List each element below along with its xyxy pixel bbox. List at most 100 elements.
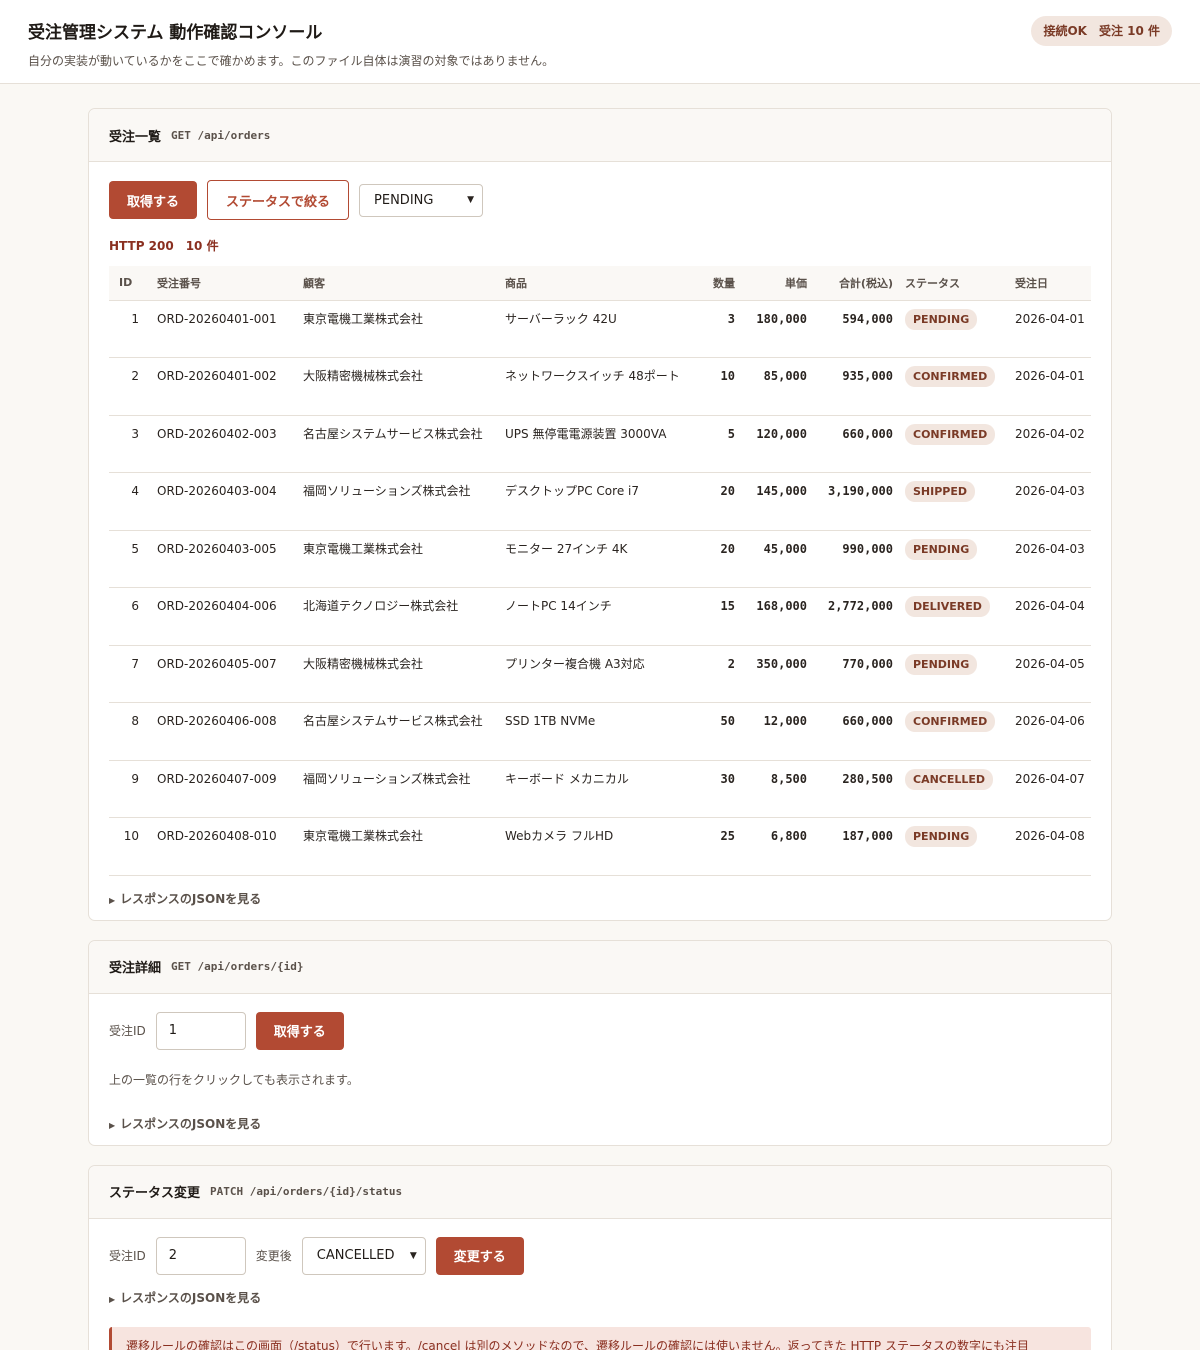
status-id-label: 受注ID: [109, 1249, 146, 1263]
col-id-cell: 7: [109, 645, 151, 703]
col-date-cell: 2026-04-06: [1009, 702, 1091, 761]
col-product-cell: ノートPC 14インチ: [499, 587, 697, 646]
status-change-header: ステータス変更 PATCH /api/orders/{id}/status: [89, 1165, 1111, 1219]
status-badge: DELIVERED: [905, 596, 990, 617]
orders-table: ID 受注番号 顧客 商品 数量 単価 合計(税込) ステータス 受注日 1 ORD-202604…: [109, 266, 1091, 876]
col-qty-cell: 25: [697, 817, 741, 876]
order-list-title: 受注一覧: [109, 129, 162, 145]
table-row[interactable]: 3 ORD-20260402-003 名古屋システムサービス株式会社 UPS 無停電電…: [109, 415, 1091, 473]
order-detail-endpoint: GET /api/orders/{id}: [171, 960, 304, 973]
col-qty-cell: 10: [697, 357, 741, 416]
col-qty-cell: 5: [697, 415, 741, 473]
col-order-no-cell: ORD-20260401-002: [151, 357, 297, 416]
col-status-cell: CONFIRMED: [899, 702, 1009, 761]
col-status-cell: DELIVERED: [899, 587, 1009, 646]
status-badge: CONFIRMED: [905, 711, 996, 732]
table-row[interactable]: 6 ORD-20260404-006 北海道テクノロジー株式会社 ノートPC 14イン…: [109, 587, 1091, 646]
col-unit-price-cell: 8,500: [741, 760, 813, 818]
fetch-orders-button[interactable]: 取得する: [109, 181, 198, 219]
col-unit-price-cell: 120,000: [741, 415, 813, 473]
col-qty-cell: 2: [697, 645, 741, 703]
col-order-no-cell: ORD-20260403-004: [151, 472, 297, 531]
col-product-cell: プリンター複合機 A3対応: [499, 645, 697, 703]
json-toggle-label: レスポンスのJSONを見る: [120, 891, 262, 906]
status-change-endpoint: PATCH /api/orders/{id}/status: [210, 1185, 403, 1198]
filter-by-status-button[interactable]: ステータスで絞る: [207, 180, 350, 220]
col-product-cell: UPS 無停電電源装置 3000VA: [499, 415, 697, 473]
status-after-select[interactable]: CANCELLED ▼: [301, 1236, 426, 1275]
main-content: 受注一覧 GET /api/orders 取得する ステータスで絞る PENDI…: [88, 84, 1112, 1350]
status-badge: CONFIRMED: [905, 423, 996, 445]
status-badge: PENDING: [905, 308, 978, 330]
col-date-header: 受注日: [1009, 266, 1091, 301]
table-row[interactable]: 7 ORD-20260405-007 大阪精密機械株式会社 プリンター複合機 A3対応…: [109, 645, 1091, 703]
col-product-cell: サーバーラック 42U: [499, 300, 697, 358]
col-qty-cell: 20: [697, 472, 741, 531]
col-total-cell: 2,772,000: [813, 587, 899, 646]
col-qty-cell: 3: [697, 300, 741, 358]
status-after-value: CANCELLED: [316, 1248, 395, 1263]
col-customer-cell: 福岡ソリューションズ株式会社: [297, 472, 499, 531]
col-id-cell: 5: [109, 530, 151, 588]
col-id-cell: 4: [109, 472, 151, 531]
fetch-detail-button[interactable]: 取得する: [255, 1011, 344, 1050]
col-order-no-cell: ORD-20260408-010: [151, 817, 297, 876]
app-header: 受注管理システム 動作確認コンソール 自分の実装が動いているかをここで確かめます…: [0, 0, 1200, 84]
col-date-cell: 2026-04-05: [1009, 645, 1091, 703]
page-subtitle: 自分の実装が動いているかをここで確かめます。このファイル自体は演習の対象ではあり…: [28, 54, 555, 68]
table-row[interactable]: 5 ORD-20260403-005 東京電機工業株式会社 モニター 27インチ 4K…: [109, 530, 1091, 588]
col-id-cell: 1: [109, 300, 151, 358]
col-id-cell: 3: [109, 415, 151, 473]
order-detail-header: 受注詳細 GET /api/orders/{id}: [89, 940, 1111, 994]
col-status-cell: PENDING: [899, 530, 1009, 588]
col-total-cell: 187,000: [813, 817, 899, 876]
json-toggle-label: レスポンスのJSONを見る: [120, 1116, 262, 1131]
col-product-cell: Webカメラ フルHD: [499, 817, 697, 876]
json-toggle-status[interactable]: ▶ レスポンスのJSONを見る: [109, 1275, 1091, 1319]
table-row[interactable]: 8 ORD-20260406-008 名古屋システムサービス株式会社 SSD 1TB …: [109, 702, 1091, 761]
table-row[interactable]: 2 ORD-20260401-002 大阪精密機械株式会社 ネットワークスイッチ 48…: [109, 357, 1091, 416]
col-unit-price-cell: 45,000: [741, 530, 813, 588]
json-toggle-label: レスポンスのJSONを見る: [120, 1290, 262, 1305]
col-id-cell: 2: [109, 357, 151, 416]
col-customer-cell: 大阪精密機械株式会社: [297, 357, 499, 416]
col-customer-cell: 北海道テクノロジー株式会社: [297, 587, 499, 646]
col-total-cell: 770,000: [813, 645, 899, 703]
col-total-cell: 660,000: [813, 702, 899, 761]
disclosure-triangle-icon: ▶: [109, 895, 116, 905]
table-row[interactable]: 9 ORD-20260407-009 福岡ソリューションズ株式会社 キーボード メカニ…: [109, 760, 1091, 818]
status-filter-select[interactable]: PENDING ▼: [359, 183, 484, 217]
order-detail-title: 受注詳細: [109, 961, 162, 976]
disclosure-triangle-icon: ▶: [109, 1120, 116, 1130]
col-total-header: 合計(税込): [813, 266, 899, 301]
json-toggle-list[interactable]: ▶ レスポンスのJSONを見る: [109, 876, 1091, 920]
col-id-cell: 6: [109, 587, 151, 646]
col-id-header: ID: [109, 266, 151, 301]
col-order-no-header: 受注番号: [151, 266, 297, 301]
status-filter-value: PENDING: [374, 192, 434, 208]
col-order-no-cell: ORD-20260406-008: [151, 702, 297, 761]
order-list-card: 受注一覧 GET /api/orders 取得する ステータスで絞る PENDI…: [88, 108, 1112, 921]
table-row[interactable]: 4 ORD-20260403-004 福岡ソリューションズ株式会社 デスクトップPC …: [109, 472, 1091, 531]
col-product-cell: モニター 27インチ 4K: [499, 530, 697, 588]
table-row[interactable]: 10 ORD-20260408-010 東京電機工業株式会社 Webカメラ フルHD 2…: [109, 817, 1091, 876]
col-product-header: 商品: [499, 266, 697, 301]
col-id-cell: 8: [109, 702, 151, 761]
col-order-no-cell: ORD-20260402-003: [151, 415, 297, 473]
detail-id-input[interactable]: 1: [155, 1011, 246, 1050]
col-status-cell: PENDING: [899, 300, 1009, 358]
col-order-no-cell: ORD-20260407-009: [151, 760, 297, 818]
chevron-down-icon: ▼: [409, 1250, 417, 1261]
col-total-cell: 660,000: [813, 415, 899, 473]
chevron-down-icon: ▼: [467, 195, 475, 205]
col-customer-cell: 大阪精密機械株式会社: [297, 645, 499, 703]
json-toggle-detail[interactable]: ▶ レスポンスのJSONを見る: [109, 1088, 1091, 1145]
disclosure-triangle-icon: ▶: [109, 1294, 116, 1304]
table-row[interactable]: 1 ORD-20260401-001 東京電機工業株式会社 サーバーラック 42U 3 1…: [109, 300, 1091, 358]
col-total-cell: 594,000: [813, 300, 899, 358]
change-status-button[interactable]: 変更する: [435, 1236, 524, 1275]
status-id-input[interactable]: 2: [155, 1236, 246, 1275]
http-status-text: HTTP 200 10 件: [109, 239, 219, 253]
status-badge: SHIPPED: [905, 481, 975, 502]
col-product-cell: デスクトップPC Core i7: [499, 472, 697, 531]
